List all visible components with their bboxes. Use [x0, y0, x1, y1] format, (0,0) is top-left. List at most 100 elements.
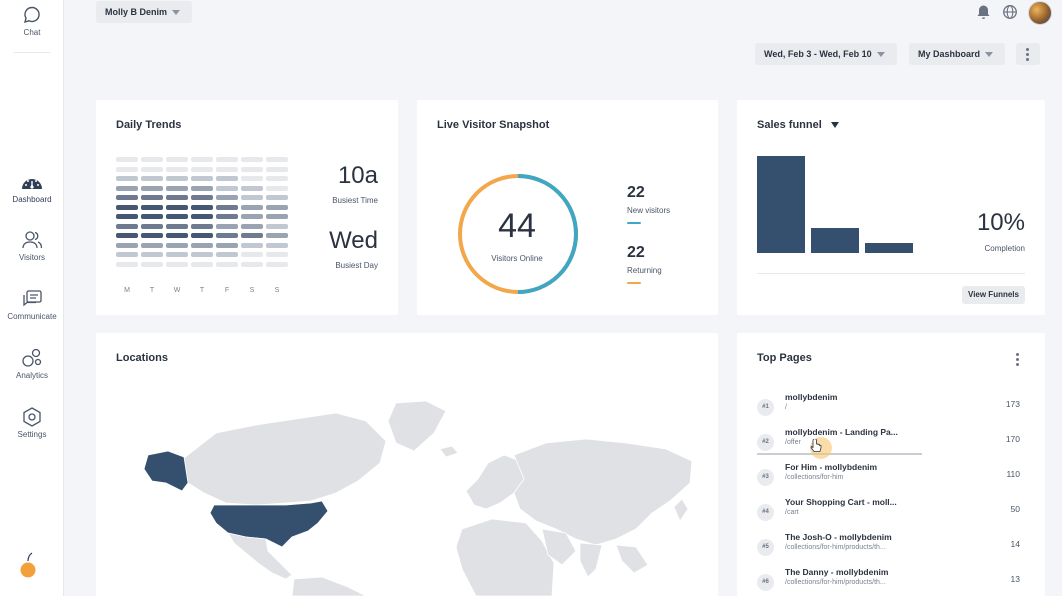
hexagon-gear-icon [23, 407, 41, 427]
busiest-time-label: Busiest Time [332, 196, 378, 205]
heatmap-cell [241, 214, 263, 219]
heatmap-cell [191, 195, 213, 200]
more-options-button[interactable] [1016, 43, 1040, 65]
sales-funnel-card: Sales funnel 10% Completion View Funnels [737, 100, 1045, 315]
site-select[interactable]: Molly B Denim [96, 1, 192, 23]
map-region-south-america [291, 576, 367, 596]
page-count: 14 [1010, 539, 1020, 549]
heatmap-cell [166, 157, 188, 162]
map-region-india [579, 542, 603, 578]
sidebar-item-analytics[interactable]: Analytics [0, 348, 64, 380]
heatmap-cell [241, 223, 263, 229]
list-item[interactable]: #6 The Danny - mollybdenim /collections/… [757, 567, 1020, 596]
heatmap-cell [166, 176, 188, 181]
heatmap-cell [216, 204, 238, 210]
heatmap-cell [241, 176, 263, 181]
list-item[interactable]: #3 For Him - mollybdenim /collections/fo… [757, 462, 1020, 497]
heatmap-cell [141, 233, 163, 238]
chat-bubble-icon [24, 6, 40, 24]
heatmap-cell [241, 157, 263, 162]
daily-trends-card: Daily Trends M T W T F S S 10a Busiest Time We… [96, 100, 398, 315]
hand-cursor-icon [810, 439, 822, 452]
heatmap-cell [141, 242, 163, 248]
funnel-stage-bar[interactable] [811, 227, 859, 253]
busiest-day-value: Wed [329, 227, 378, 254]
card-title: Top Pages [757, 352, 812, 364]
heatmap-cell [141, 176, 163, 181]
heatmap-cell [216, 233, 238, 238]
funnel-stage-bar[interactable] [865, 243, 913, 253]
message-icon [23, 290, 42, 307]
sidebar-item-label: Visitors [18, 253, 46, 262]
visitors-online-label: Visitors Online [491, 254, 543, 263]
heatmap-cell [191, 204, 213, 210]
sales-funnel-select[interactable]: Sales funnel [757, 119, 839, 131]
sidebar: Chat Dashboard Visitors Communicate Anal… [0, 0, 64, 596]
page-count: 110 [1006, 469, 1020, 479]
heatmap-cell [191, 166, 213, 172]
site-select-label: Molly B Denim [105, 7, 168, 17]
day-label: S [274, 287, 280, 294]
heatmap-cell [191, 242, 213, 248]
map-region-usa [209, 500, 329, 548]
list-item[interactable]: #5 The Josh-O - mollybdenim /collections… [757, 532, 1020, 567]
card-title: Daily Trends [116, 119, 182, 131]
heatmap-cell [266, 176, 288, 181]
visitors-online-count: 44 [498, 207, 536, 245]
dashboard-select-label: My Dashboard [918, 49, 981, 59]
world-map [143, 400, 693, 596]
card-title: Live Visitor Snapshot [437, 119, 550, 131]
heatmap-cell [241, 242, 263, 248]
sidebar-item-chat[interactable]: Chat [0, 5, 64, 37]
date-range-select[interactable]: Wed, Feb 3 - Wed, Feb 10 [755, 43, 897, 65]
divider [757, 273, 1025, 274]
heatmap-cell [166, 214, 188, 219]
map-region-southeast-asia [615, 544, 649, 574]
speedometer-icon [22, 179, 42, 189]
heatmap-cell [191, 176, 213, 181]
heatmap-cell [116, 252, 138, 257]
heatmap-cell [191, 214, 213, 219]
heatmap-cell [141, 185, 163, 191]
heatmap-cell [216, 242, 238, 248]
page-path: / [785, 404, 787, 411]
orange-fruit-logo [20, 552, 36, 578]
bubbles-icon [22, 348, 42, 367]
sidebar-item-settings[interactable]: Settings [0, 407, 64, 439]
avatar[interactable] [1028, 1, 1052, 25]
heatmap-cell [166, 261, 188, 267]
heatmap-cell [141, 204, 163, 210]
list-item[interactable]: #2 mollybdenim - Landing Pa... /offer 17… [757, 427, 1020, 462]
funnel-stage-bar[interactable] [757, 156, 805, 253]
view-funnels-button[interactable]: View Funnels [962, 286, 1025, 304]
new-visitors-label: New visitors [627, 206, 671, 215]
sidebar-item-dashboard[interactable]: Dashboard [0, 172, 64, 204]
kebab-icon[interactable] [1016, 353, 1019, 366]
list-item[interactable]: #1 mollybdenim / 173 [757, 392, 1020, 427]
busiest-day-label: Busiest Day [335, 261, 378, 270]
dashboard-select[interactable]: My Dashboard [909, 43, 1005, 65]
heatmap-cell [166, 242, 188, 248]
map-region-canada [183, 412, 387, 506]
page-count: 170 [1005, 434, 1020, 444]
sidebar-item-communicate[interactable]: Communicate [0, 289, 64, 321]
heatmap-cell [116, 214, 138, 219]
heatmap-cell [266, 204, 288, 210]
heatmap-cell [141, 166, 163, 172]
heatmap-cell [191, 261, 213, 267]
globe-icon[interactable] [1002, 4, 1018, 20]
heatmap-cell [166, 185, 188, 191]
completion-value: 10% [976, 209, 1025, 236]
page-path: /collections/for-him/products/th... [785, 579, 886, 586]
heatmap-cell [166, 223, 188, 229]
heatmap-cell [166, 195, 188, 200]
sidebar-item-visitors[interactable]: Visitors [0, 230, 64, 262]
chevron-down-icon [877, 52, 885, 57]
list-item[interactable]: #4 Your Shopping Cart - moll... /cart 50 [757, 497, 1020, 532]
heatmap-cell [191, 233, 213, 238]
heatmap-cell [141, 223, 163, 229]
sidebar-item-label: Chat [23, 28, 41, 37]
heatmap-cell [266, 166, 288, 172]
new-visitors-count: 22 [627, 184, 645, 201]
bell-icon[interactable] [976, 4, 991, 20]
